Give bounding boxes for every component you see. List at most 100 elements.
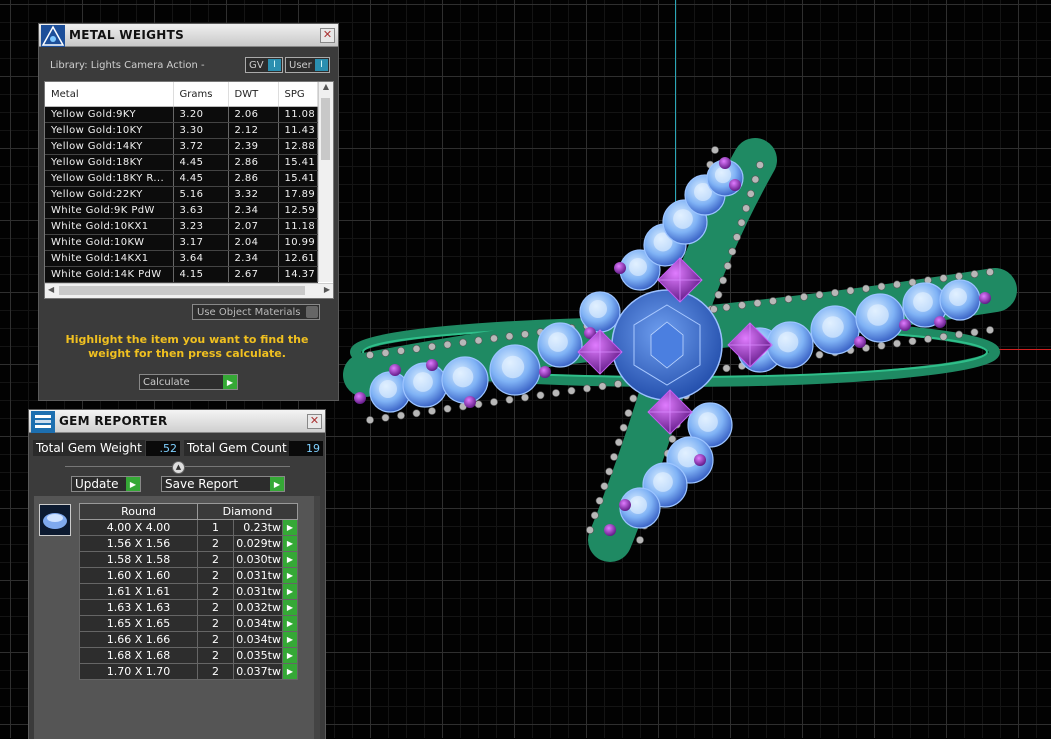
metal-table-row[interactable]: Yellow Gold:14KY 3.72 2.39 12.88 bbox=[45, 138, 318, 155]
scroll-left-icon[interactable]: ◀ bbox=[48, 285, 54, 294]
use-object-materials-toggle[interactable]: Use Object Materials bbox=[192, 304, 320, 320]
purple-accent-gem bbox=[694, 454, 706, 466]
scroll-up-icon[interactable]: ▲ bbox=[319, 82, 333, 96]
gem-table-row[interactable]: 1.60 X 1.60 2 0.031tw ▶ bbox=[79, 567, 298, 584]
metal-table-row[interactable]: Yellow Gold:9KY 3.20 2.06 11.08 bbox=[45, 106, 318, 123]
metal-table-cell: 15.41 bbox=[278, 170, 318, 187]
metal-table-cell: Yellow Gold:18KY bbox=[45, 154, 174, 171]
scrollbar-thumb[interactable] bbox=[321, 98, 330, 160]
bead bbox=[831, 288, 839, 297]
gem-shape-header: Round bbox=[79, 503, 198, 520]
metal-table-cell: 5.16 bbox=[173, 186, 229, 203]
scroll-right-icon[interactable]: ▶ bbox=[324, 285, 330, 294]
gem-list-scrollbar[interactable] bbox=[314, 496, 320, 739]
select-arrow-icon[interactable]: ▶ bbox=[282, 631, 298, 648]
bead bbox=[862, 284, 870, 293]
metal-table-row[interactable]: White Gold:14K PdW 4.15 2.67 14.37 bbox=[45, 266, 318, 283]
metal-table-cell: 14.37 bbox=[278, 266, 318, 283]
gem-reporter-titlebar[interactable]: GEM REPORTER ✕ bbox=[29, 410, 325, 433]
bead bbox=[711, 146, 719, 154]
scrollbar-thumb[interactable] bbox=[59, 286, 305, 295]
gem-table-row[interactable]: 1.58 X 1.58 2 0.030tw ▶ bbox=[79, 551, 298, 568]
select-arrow-icon[interactable]: ▶ bbox=[282, 647, 298, 664]
gem-count-cell: 2 bbox=[197, 615, 234, 632]
bead bbox=[443, 340, 452, 349]
gem-table-row[interactable]: 4.00 X 4.00 1 0.23tw ▶ bbox=[79, 519, 298, 536]
metal-table-cell: 2.07 bbox=[228, 218, 279, 235]
select-arrow-icon[interactable]: ▶ bbox=[282, 663, 298, 680]
metal-table-row[interactable]: Yellow Gold:22KY 5.16 3.32 17.89 bbox=[45, 186, 318, 203]
metal-table-cell: Yellow Gold:22KY bbox=[45, 186, 174, 203]
checkbox-icon bbox=[306, 306, 318, 318]
total-gem-weight-label: Total Gem Weight bbox=[33, 440, 145, 456]
gem-highlight bbox=[867, 304, 889, 326]
metal-table-cell: 11.08 bbox=[278, 106, 318, 123]
select-arrow-icon[interactable]: ▶ bbox=[282, 535, 298, 552]
metal-column-header[interactable]: SPG bbox=[278, 82, 318, 107]
bead bbox=[877, 341, 886, 350]
update-label: Update bbox=[75, 477, 119, 491]
collapse-chevron-icon[interactable]: ▲ bbox=[172, 461, 185, 474]
metal-table-row[interactable]: White Gold:9K PdW 3.63 2.34 12.59 bbox=[45, 202, 318, 219]
bead bbox=[939, 332, 948, 341]
purple-accent-gem bbox=[354, 392, 366, 404]
bead bbox=[428, 407, 436, 415]
metal-table-vertical-scrollbar[interactable]: ▲ bbox=[318, 82, 333, 282]
metal-table-cell: White Gold:9K PdW bbox=[45, 202, 174, 219]
gv-toggle[interactable]: GV I bbox=[245, 57, 283, 73]
gem-table-row[interactable]: 1.65 X 1.65 2 0.034tw ▶ bbox=[79, 615, 298, 632]
metal-column-header[interactable]: DWT bbox=[228, 82, 279, 107]
gem-table-row[interactable]: 1.68 X 1.68 2 0.035tw ▶ bbox=[79, 647, 298, 664]
bead bbox=[595, 496, 604, 505]
metal-table-row[interactable]: White Gold:10KX1 3.23 2.07 11.18 bbox=[45, 218, 318, 235]
close-icon[interactable]: ✕ bbox=[320, 28, 335, 43]
purple-accent-gem bbox=[464, 396, 476, 408]
metal-table-row[interactable]: Yellow Gold:18KY 4.45 2.86 15.41 bbox=[45, 154, 318, 171]
save-report-button[interactable]: Save Report ▶ bbox=[161, 476, 285, 492]
select-arrow-icon[interactable]: ▶ bbox=[282, 615, 298, 632]
gem-count-cell: 2 bbox=[197, 631, 234, 648]
metal-table-row[interactable]: White Gold:10KW 3.17 2.04 10.99 bbox=[45, 234, 318, 251]
play-arrow-icon: ▶ bbox=[126, 477, 140, 491]
metal-table-cell: 3.23 bbox=[173, 218, 229, 235]
gem-table-row[interactable]: 1.61 X 1.61 2 0.031tw ▶ bbox=[79, 583, 298, 600]
select-arrow-icon[interactable]: ▶ bbox=[282, 551, 298, 568]
gem-highlight bbox=[777, 331, 799, 353]
metal-weights-panel: METAL WEIGHTS ✕ Library: Lights Camera A… bbox=[38, 23, 339, 401]
metal-table-cell: 2.39 bbox=[228, 138, 279, 155]
metal-table-row[interactable]: Yellow Gold:18KY R... 4.45 2.86 15.41 bbox=[45, 170, 318, 187]
bead bbox=[722, 364, 731, 373]
metal-table-cell: 3.20 bbox=[173, 106, 229, 123]
user-toggle[interactable]: User I bbox=[285, 57, 330, 73]
calculate-button[interactable]: Calculate ▶ bbox=[139, 374, 238, 390]
select-arrow-icon[interactable]: ▶ bbox=[282, 567, 298, 584]
metal-table-horizontal-scrollbar[interactable]: ◀ ▶ bbox=[45, 283, 333, 298]
bead bbox=[600, 482, 609, 491]
select-arrow-icon[interactable]: ▶ bbox=[282, 519, 298, 536]
update-button[interactable]: Update ▶ bbox=[71, 476, 141, 492]
bead bbox=[567, 386, 576, 395]
metal-table-row[interactable]: White Gold:14KX1 3.64 2.34 12.61 bbox=[45, 250, 318, 267]
gem-highlight bbox=[589, 300, 607, 318]
bead bbox=[986, 326, 994, 334]
metal-column-header[interactable]: Metal bbox=[45, 82, 174, 107]
metal-table-row[interactable]: Yellow Gold:10KY 3.30 2.12 11.43 bbox=[45, 122, 318, 139]
gem-table-row[interactable]: 1.70 X 1.70 2 0.037tw ▶ bbox=[79, 663, 298, 680]
bead bbox=[746, 189, 755, 198]
bead bbox=[552, 389, 560, 397]
gem-table-row[interactable]: 1.66 X 1.66 2 0.034tw ▶ bbox=[79, 631, 298, 648]
gem-table-row[interactable]: 1.56 X 1.56 2 0.029tw ▶ bbox=[79, 535, 298, 552]
metal-column-header[interactable]: Grams bbox=[173, 82, 229, 107]
bead bbox=[614, 380, 622, 388]
select-arrow-icon[interactable]: ▶ bbox=[282, 583, 298, 600]
user-toggle-label: User bbox=[289, 60, 312, 71]
select-arrow-icon[interactable]: ▶ bbox=[282, 599, 298, 616]
bead bbox=[381, 413, 390, 422]
bead bbox=[459, 338, 467, 347]
metal-table-cell: 3.63 bbox=[173, 202, 229, 219]
close-icon[interactable]: ✕ bbox=[307, 414, 322, 429]
toggle-knob-icon: I bbox=[268, 59, 281, 71]
bead bbox=[939, 274, 948, 283]
metal-weights-titlebar[interactable]: METAL WEIGHTS ✕ bbox=[39, 24, 338, 47]
gem-table-row[interactable]: 1.63 X 1.63 2 0.032tw ▶ bbox=[79, 599, 298, 616]
